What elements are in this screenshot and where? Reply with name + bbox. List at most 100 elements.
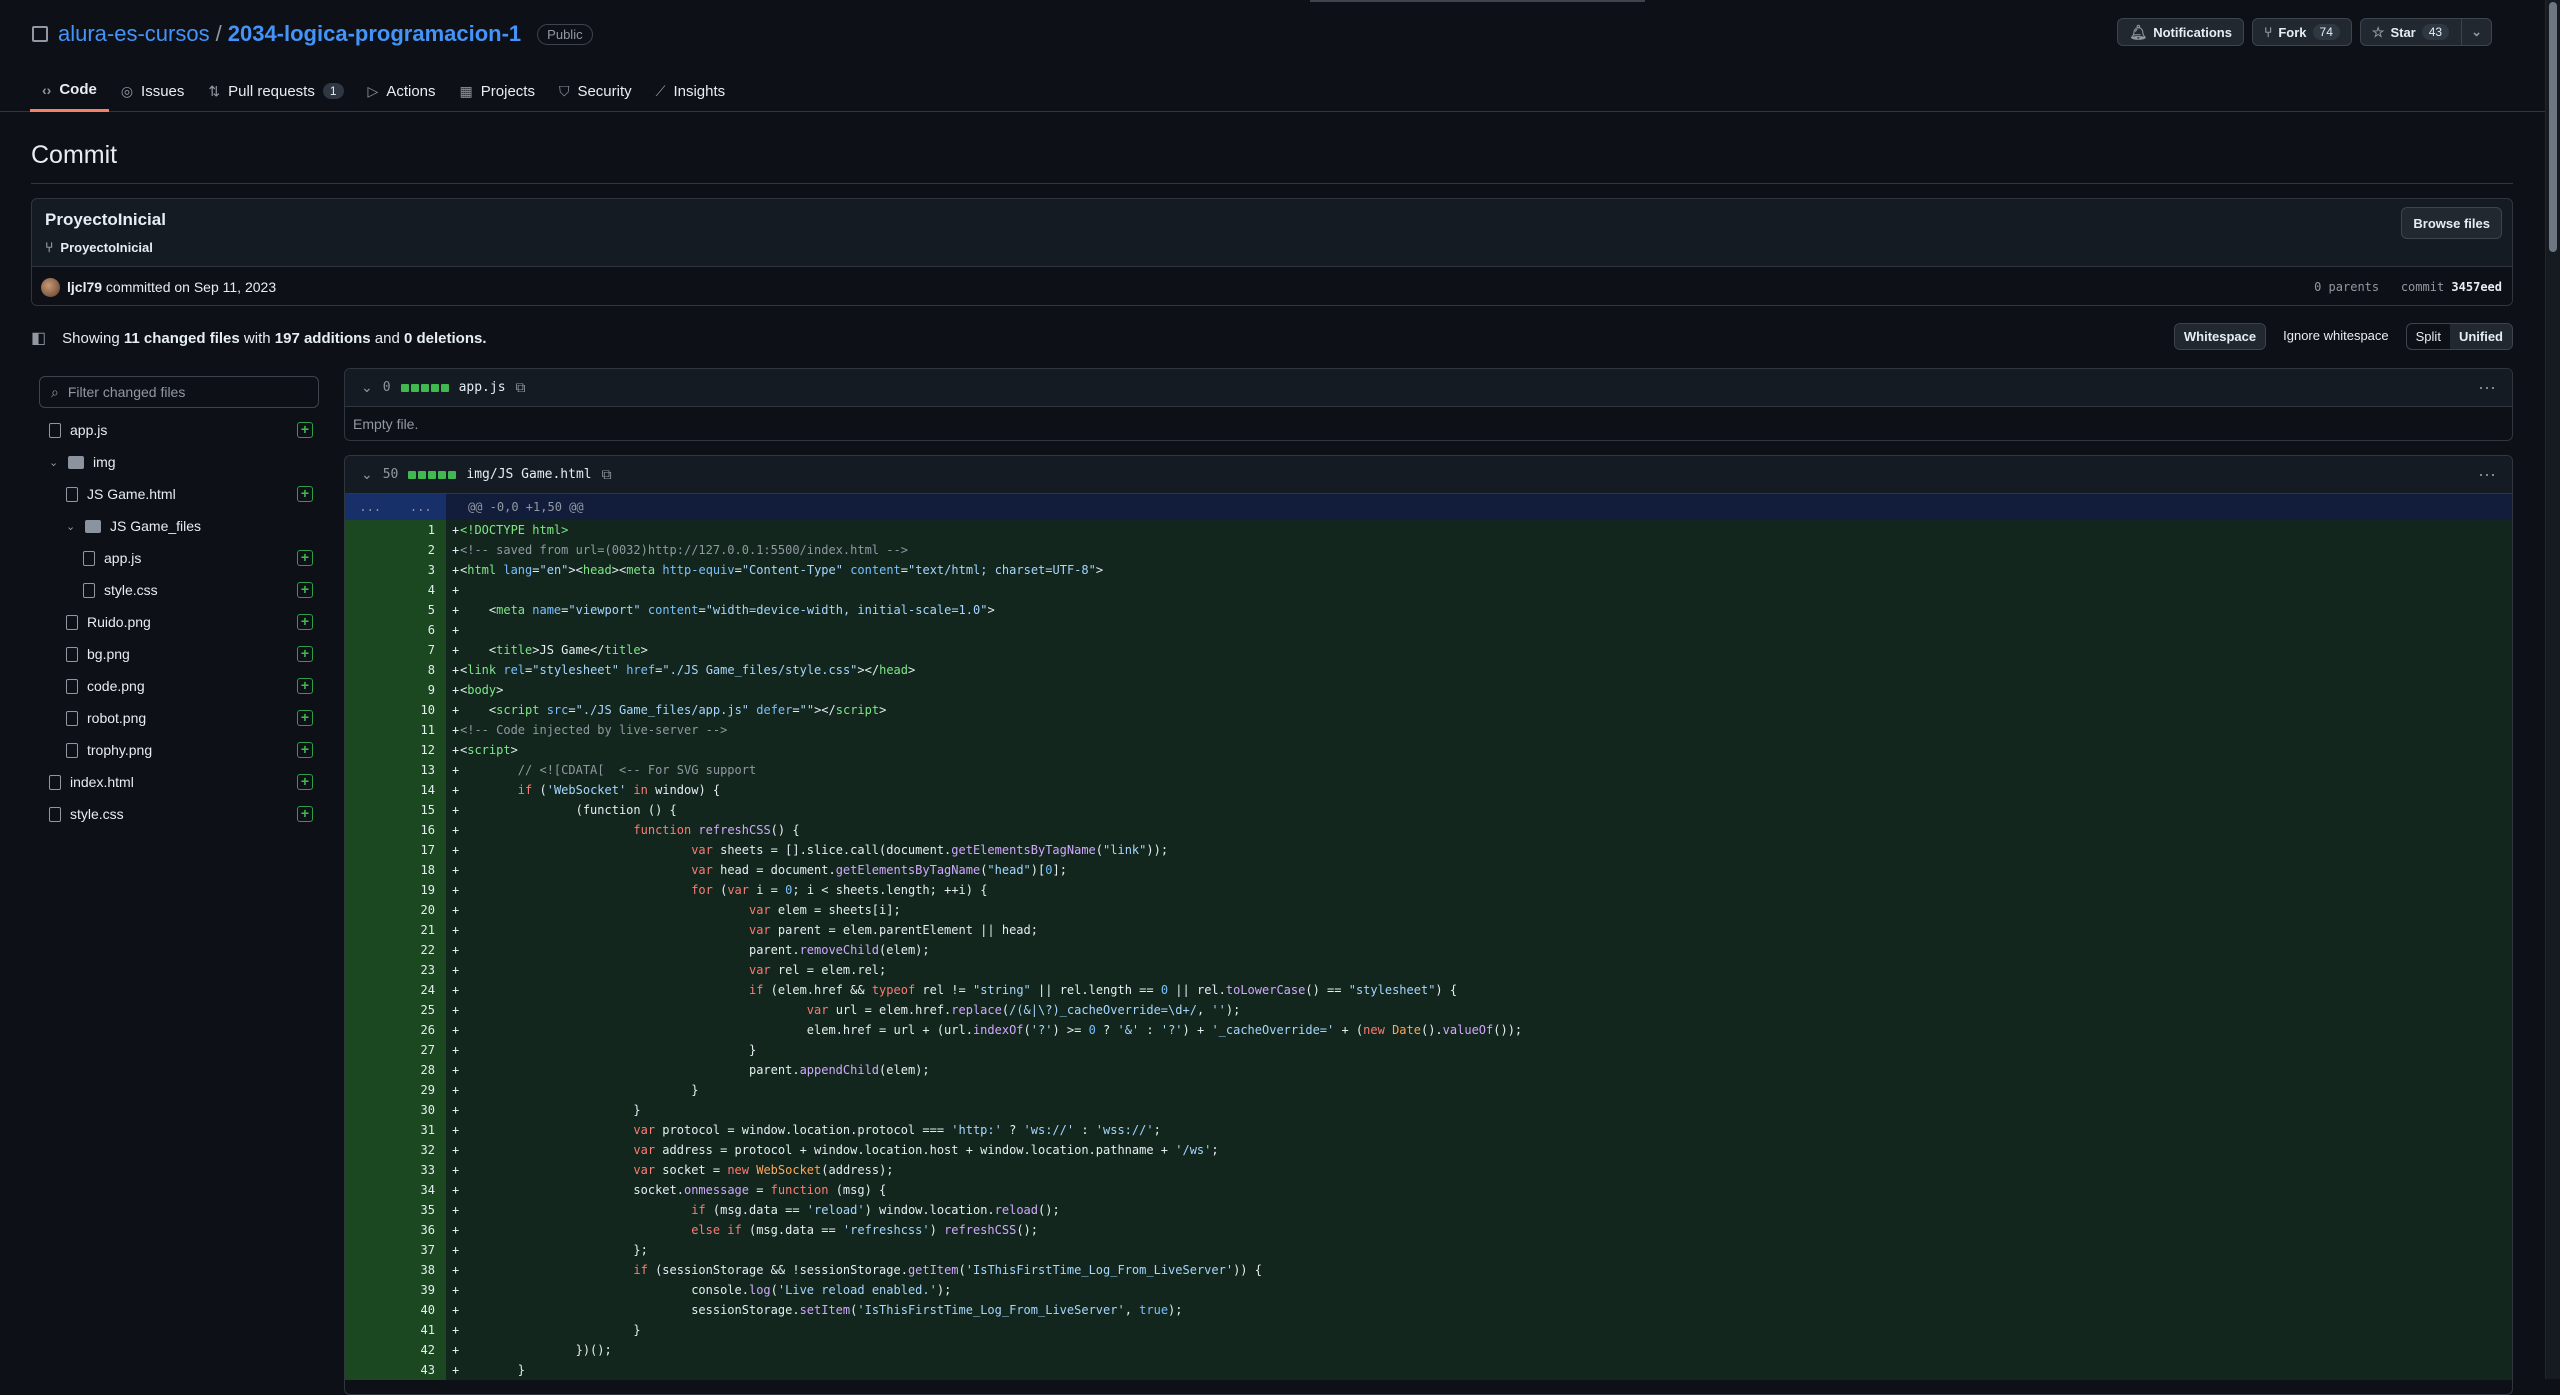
old-line-number[interactable] xyxy=(345,1280,395,1300)
file-path[interactable]: app.js xyxy=(459,380,506,395)
new-line-number[interactable]: 32 xyxy=(395,1140,446,1160)
old-line-number[interactable] xyxy=(345,1240,395,1260)
copy-icon[interactable]: ⧉ xyxy=(516,379,526,396)
page-scrollbar[interactable] xyxy=(2545,0,2560,1379)
tree-file[interactable]: trophy.png + xyxy=(39,734,319,766)
new-line-number[interactable]: 11 xyxy=(395,720,446,740)
new-line-number[interactable]: 2 xyxy=(395,540,446,560)
new-line-number[interactable]: 29 xyxy=(395,1080,446,1100)
new-line-number[interactable]: 7 xyxy=(395,640,446,660)
chevron-down-icon[interactable]: ⌄ xyxy=(361,466,373,483)
old-line-number[interactable] xyxy=(345,780,395,800)
ignore-whitespace-button[interactable]: Ignore whitespace xyxy=(2274,323,2398,350)
star-button[interactable]: ☆ Star 43 ⌄ xyxy=(2359,18,2492,46)
old-line-number[interactable] xyxy=(345,920,395,940)
old-line-number[interactable] xyxy=(345,720,395,740)
fork-button[interactable]: ⑂ Fork 74 xyxy=(2251,18,2352,46)
new-line-number[interactable]: 40 xyxy=(395,1300,446,1320)
new-line-number[interactable]: 37 xyxy=(395,1240,446,1260)
new-line-number[interactable]: 42 xyxy=(395,1340,446,1360)
old-line-number[interactable] xyxy=(345,540,395,560)
old-line-number[interactable] xyxy=(345,1360,395,1380)
tab-projects[interactable]: ▦ Projects xyxy=(448,70,547,112)
tree-file[interactable]: JS Game.html + xyxy=(39,478,319,510)
new-line-number[interactable]: 1 xyxy=(395,520,446,540)
new-line-number[interactable]: 24 xyxy=(395,980,446,1000)
new-line-number[interactable]: 12 xyxy=(395,740,446,760)
new-line-number[interactable]: 38 xyxy=(395,1260,446,1280)
tree-file[interactable]: style.css + xyxy=(39,574,319,606)
old-line-number[interactable] xyxy=(345,580,395,600)
notifications-button[interactable]: 🔔︎ Notifications xyxy=(2117,18,2244,46)
old-line-number[interactable] xyxy=(345,960,395,980)
tree-file[interactable]: app.js + xyxy=(39,542,319,574)
tree-file[interactable]: bg.png + xyxy=(39,638,319,670)
browse-files-button[interactable]: Browse files xyxy=(2401,207,2502,239)
filter-files-input[interactable]: ⌕ Filter changed files xyxy=(39,376,319,408)
new-line-number[interactable]: 21 xyxy=(395,920,446,940)
old-line-number[interactable] xyxy=(345,1160,395,1180)
old-line-number[interactable] xyxy=(345,600,395,620)
new-line-number[interactable]: 23 xyxy=(395,960,446,980)
new-line-number[interactable]: 18 xyxy=(395,860,446,880)
new-line-number[interactable]: 41 xyxy=(395,1320,446,1340)
tree-file[interactable]: index.html + xyxy=(39,766,319,798)
new-line-number[interactable]: 28 xyxy=(395,1060,446,1080)
new-line-number[interactable]: 35 xyxy=(395,1200,446,1220)
new-line-number[interactable]: 34 xyxy=(395,1180,446,1200)
tab-code[interactable]: ‹› Code xyxy=(30,70,109,112)
expand-hunk-button[interactable]: ... ... xyxy=(345,494,446,520)
file-path[interactable]: img/JS Game.html xyxy=(466,467,591,482)
old-line-number[interactable] xyxy=(345,760,395,780)
chevron-down-icon[interactable]: ⌄ xyxy=(49,456,59,469)
commit-author[interactable]: ljcl79 xyxy=(67,279,102,295)
old-line-number[interactable] xyxy=(345,1260,395,1280)
new-line-number[interactable]: 31 xyxy=(395,1120,446,1140)
tab-issues[interactable]: ◎ Issues xyxy=(109,70,197,112)
old-line-number[interactable] xyxy=(345,740,395,760)
new-line-number[interactable]: 27 xyxy=(395,1040,446,1060)
new-line-number[interactable]: 36 xyxy=(395,1220,446,1240)
tree-file[interactable]: code.png + xyxy=(39,670,319,702)
old-line-number[interactable] xyxy=(345,1320,395,1340)
old-line-number[interactable] xyxy=(345,1220,395,1240)
new-line-number[interactable]: 33 xyxy=(395,1160,446,1180)
tab-pull-requests[interactable]: ⇅ Pull requests 1 xyxy=(196,70,355,112)
tab-insights[interactable]: ⟋ Insights xyxy=(644,70,738,112)
tree-folder[interactable]: ⌄ JS Game_files xyxy=(39,510,319,542)
new-line-number[interactable]: 30 xyxy=(395,1100,446,1120)
commit-branch[interactable]: ⑂ ProyectoInicial xyxy=(45,239,153,255)
new-line-number[interactable]: 39 xyxy=(395,1280,446,1300)
old-line-number[interactable] xyxy=(345,680,395,700)
new-line-number[interactable]: 3 xyxy=(395,560,446,580)
more-options-icon[interactable]: ··· xyxy=(2478,377,2496,398)
old-line-number[interactable] xyxy=(345,1100,395,1120)
old-line-number[interactable] xyxy=(345,940,395,960)
tree-file[interactable]: style.css + xyxy=(39,798,319,830)
repo-owner-link[interactable]: alura-es-cursos xyxy=(58,21,210,47)
old-line-number[interactable] xyxy=(345,800,395,820)
tree-file[interactable]: robot.png + xyxy=(39,702,319,734)
old-line-number[interactable] xyxy=(345,660,395,680)
copy-icon[interactable]: ⧉ xyxy=(602,466,612,483)
new-line-number[interactable]: 26 xyxy=(395,1020,446,1040)
old-line-number[interactable] xyxy=(345,1180,395,1200)
new-line-number[interactable]: 5 xyxy=(395,600,446,620)
chevron-down-icon[interactable]: ⌄ xyxy=(66,520,76,533)
old-line-number[interactable] xyxy=(345,1020,395,1040)
old-line-number[interactable] xyxy=(345,1000,395,1020)
sidebar-toggle-icon[interactable]: ◧ xyxy=(31,328,46,348)
old-line-number[interactable] xyxy=(345,860,395,880)
tree-file[interactable]: app.js + xyxy=(39,414,319,446)
new-line-number[interactable]: 4 xyxy=(395,580,446,600)
old-line-number[interactable] xyxy=(345,980,395,1000)
new-line-number[interactable]: 25 xyxy=(395,1000,446,1020)
more-options-icon[interactable]: ··· xyxy=(2478,464,2496,485)
old-line-number[interactable] xyxy=(345,1120,395,1140)
old-line-number[interactable] xyxy=(345,840,395,860)
old-line-number[interactable] xyxy=(345,640,395,660)
old-line-number[interactable] xyxy=(345,1080,395,1100)
new-line-number[interactable]: 22 xyxy=(395,940,446,960)
old-line-number[interactable] xyxy=(345,1200,395,1220)
tree-folder[interactable]: ⌄ img xyxy=(39,446,319,478)
